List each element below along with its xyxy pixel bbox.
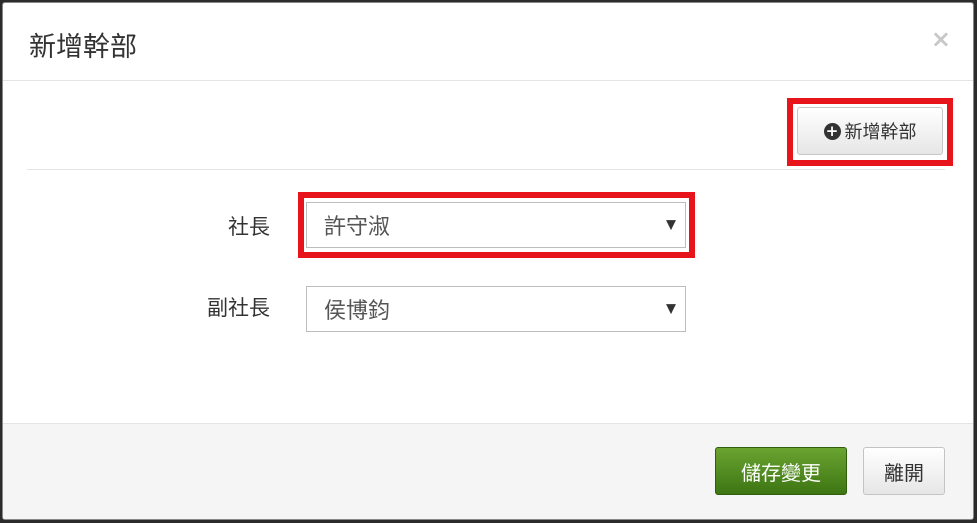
modal-header: 新增幹部 × [3, 3, 973, 81]
modal-title: 新增幹部 [29, 32, 137, 63]
section-divider [27, 169, 945, 170]
add-officer-modal: 新增幹部 × [2, 2, 974, 520]
leave-button[interactable]: 離開 [863, 447, 945, 495]
plus-circle-icon: + [823, 122, 841, 140]
add-officer-button-label: 新增幹部 [844, 122, 917, 143]
save-changes-button[interactable]: 儲存變更 [715, 447, 847, 495]
vice-president-select-value: 侯博鈞 [324, 299, 391, 324]
caret-down-icon: ▼ [666, 217, 676, 233]
add-officer-button[interactable]: + 新增幹部 [797, 107, 943, 155]
close-icon[interactable]: × [931, 27, 951, 51]
caret-down-icon: ▼ [666, 301, 676, 317]
president-select[interactable]: 許守淑 ▼ [306, 202, 686, 248]
president-select-value: 許守淑 [324, 215, 391, 240]
vice-president-label: 副社長 [207, 296, 270, 320]
president-label: 社長 [228, 215, 270, 239]
vice-president-select[interactable]: 侯博鈞 ▼ [306, 286, 686, 332]
